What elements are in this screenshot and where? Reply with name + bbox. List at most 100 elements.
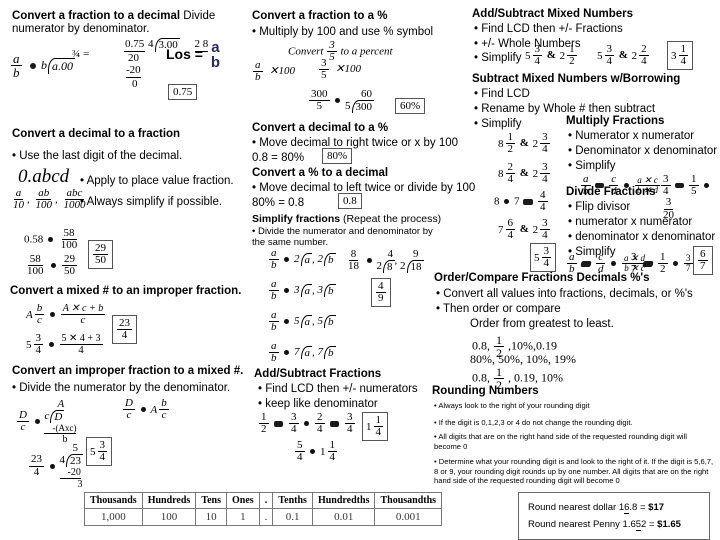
multiply-fractions-heading: Multiply Fractions <box>566 115 665 127</box>
divisor: b <box>41 57 47 72</box>
multiply-by-100: ✕100 <box>335 63 361 76</box>
divide-blob-icon <box>642 260 654 267</box>
decimal-generic-form: 0.abcd <box>18 166 70 187</box>
dividend: 18 <box>406 260 424 273</box>
answer-box-6-7: 6 7 <box>693 246 713 276</box>
quotient: 5 <box>72 442 79 454</box>
fraction-part: 1 4 <box>327 439 337 464</box>
divisor: 5 <box>345 100 351 112</box>
quotient: A <box>57 398 65 410</box>
division-a: 4 2 8 <box>377 248 395 273</box>
equals-blob-icon <box>51 263 57 269</box>
rounding-bullet-1: • Always look to the right of your round… <box>434 401 590 410</box>
denominator: 5 <box>316 100 323 112</box>
quotient: 60 <box>361 88 372 100</box>
denominator: 4 <box>542 143 548 156</box>
multiply-by-100: ✕100 <box>269 65 295 78</box>
quotient: 9 <box>413 248 419 260</box>
dividend: b <box>324 253 336 267</box>
rounding-examples-box: Round nearest dollar 16.8 = $17 Round ne… <box>518 492 710 540</box>
fraction-to-percent-step-1: 3 5 ✕100 <box>318 57 361 81</box>
dividend: b <box>324 315 336 329</box>
minus-glyph-icon: & <box>519 223 529 236</box>
denominator: b <box>255 71 261 84</box>
denominator: b <box>13 65 20 81</box>
subtract-borrowing-bullet-1: • Find LCD <box>474 88 530 100</box>
header-hundreds: Hundreds <box>141 492 197 509</box>
denominator: 2 <box>660 263 666 276</box>
whole-part: 5 <box>597 49 603 62</box>
header-thousands: Thousands <box>84 492 143 509</box>
fraction-58-100b: 58 100 <box>25 253 46 277</box>
heading-rest: (Repeat the process) <box>343 213 442 225</box>
divisor: 3 <box>294 284 300 297</box>
improper-fraction-example: 23 4 <box>29 454 44 477</box>
simplify-row-3: a b 3 a , 3 b <box>269 278 336 303</box>
los-formula: Los = a b <box>166 40 223 71</box>
line2-mid: 2 = <box>641 519 658 530</box>
fraction-1-2: 1 2 <box>658 251 668 276</box>
order-compare-heading: Order/Compare Fractions Decimals %'s <box>434 272 650 284</box>
equals-blob-icon <box>335 98 341 103</box>
rounding-bullet-4: • Determine what your rounding digit is … <box>434 457 714 485</box>
header-tens: Tens <box>195 492 227 509</box>
divisor: 7 <box>294 346 300 359</box>
divisor: 5 <box>294 315 300 328</box>
header-tenths: Tenths <box>272 492 313 509</box>
divisor: 4 <box>148 38 154 50</box>
answer-box-5-3-4-right: 5 3 4 <box>530 243 556 273</box>
fraction: a b <box>269 247 279 271</box>
value-ones: 1 <box>225 508 260 526</box>
denominator: 4 <box>329 451 336 464</box>
denominator: c <box>20 421 26 433</box>
denominator: 4 <box>606 55 613 68</box>
decimal-to-fraction-heading: Convert a decimal to a fraction <box>12 128 181 140</box>
fraction-part: b c <box>159 397 169 421</box>
improper-to-mixed-heading: Convert an improper fraction to a mixed … <box>12 365 244 377</box>
whole-part: 8 <box>498 167 504 180</box>
numerator: 1 <box>494 365 504 380</box>
mixed-to-improper-general: A b c A ✕ c + b c <box>26 302 106 326</box>
fraction-part: 1 4 <box>678 43 688 67</box>
numerator: 1 <box>494 333 504 348</box>
dividend: a <box>300 284 312 298</box>
decimal-to-fraction-bullet-1: • Use the last digit of the decimal. <box>12 150 183 162</box>
comma: , <box>394 254 398 267</box>
dividend: D <box>50 410 65 423</box>
denominator: 2 <box>569 55 575 68</box>
improper-to-mixed-general-result: D c A b c <box>122 397 170 421</box>
denominator: 50 <box>95 254 106 267</box>
fraction-part: 3 4 <box>540 131 550 156</box>
mixed-number-1: 7 6 4 <box>498 217 516 241</box>
fraction-5-4: 5 4 <box>295 439 305 463</box>
answer-mixed-number: 1 1 4 <box>366 414 384 438</box>
whole-part: 2 <box>559 49 566 62</box>
denominator: 4 <box>347 423 353 436</box>
value-hundredths: 0.01 <box>311 508 376 526</box>
decimal-to-fraction-example-1: 0.58 58 100 <box>24 227 80 251</box>
plus-blob-icon <box>523 198 534 205</box>
prompt-pre: Convert <box>288 45 324 58</box>
borrowing-rename-row: 8 7 4 4 <box>494 189 549 213</box>
numerator: 23 <box>29 453 44 467</box>
answer-box-80-percent: 80% <box>322 148 353 164</box>
mixed-number-1: 8 2 4 <box>498 161 516 185</box>
divisor: 2 <box>376 260 383 272</box>
equals-blob-icon <box>49 463 55 469</box>
answer-mixed-number: 5 3 4 <box>534 245 552 269</box>
value-hundreds: 100 <box>141 508 197 526</box>
multiply-fractions-bullet-2: • Denominator x denominator <box>568 145 718 157</box>
line1-answer: $17 <box>648 502 665 513</box>
mixed-example-1: 5 3 4 & 2 1 2 <box>525 43 578 68</box>
step-fraction: 3 5 <box>319 57 329 81</box>
answer-box-29-50: 29 50 <box>88 240 113 270</box>
row-post: , 0.19, 10% <box>508 370 563 385</box>
answer-box-60-percent: 60% <box>395 98 426 114</box>
rounding-numbers-heading: Rounding Numbers <box>432 385 539 397</box>
mixed-number-result: A b c <box>150 397 169 421</box>
fraction-part: 1 2 <box>567 43 577 68</box>
add-subtract-mixed-bullet-1: • Find LCD then +/- Fractions <box>474 23 623 35</box>
section-fraction-to-decimal: Convert a fraction to a decimal Divide n… <box>12 10 244 36</box>
denominator: 5 <box>691 185 697 198</box>
minus-glyph-icon: & <box>546 49 556 62</box>
